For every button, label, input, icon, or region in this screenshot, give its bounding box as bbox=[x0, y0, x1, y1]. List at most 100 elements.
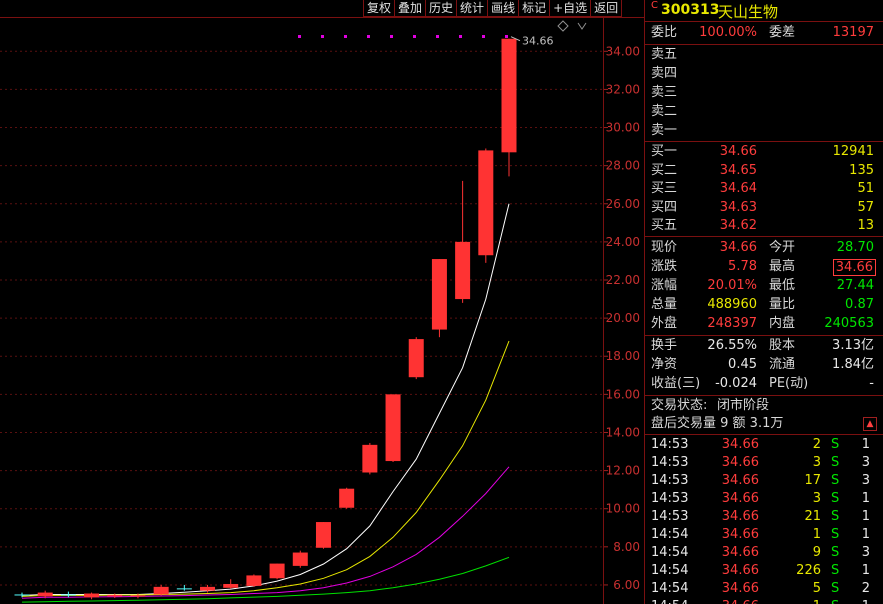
tick-side: S bbox=[831, 455, 840, 470]
expand-icon[interactable]: ▲ bbox=[863, 417, 877, 431]
marker-dot bbox=[413, 35, 416, 38]
toolbar-button-0[interactable]: 复权 bbox=[364, 0, 396, 17]
toolbar-button-3[interactable]: 统计 bbox=[457, 0, 489, 17]
bid-diff-value: 13197 bbox=[832, 25, 874, 40]
y-tick-label: 32.00 bbox=[606, 82, 640, 96]
bids-level-label: 买四 bbox=[651, 199, 678, 215]
candle-body bbox=[501, 38, 517, 153]
outer-label: 外盘 bbox=[651, 316, 678, 331]
candle-body bbox=[37, 592, 53, 597]
candle-body bbox=[153, 586, 169, 595]
y-tick-label: 12.00 bbox=[606, 464, 640, 478]
candle-body bbox=[84, 593, 100, 598]
tick-count: 2 bbox=[861, 581, 870, 596]
bids-level-label: 买二 bbox=[651, 162, 678, 178]
tick-side: S bbox=[831, 473, 840, 488]
tick-count: 3 bbox=[861, 455, 870, 470]
marker-dot bbox=[482, 35, 485, 38]
toolbar-button-7[interactable]: 返回 bbox=[591, 0, 623, 17]
tick-side: S bbox=[831, 598, 839, 604]
tick-side: S bbox=[831, 545, 840, 560]
bids-level-label: 买五 bbox=[651, 218, 678, 233]
pct-label: 涨幅 bbox=[651, 278, 678, 293]
price-label: 现价 bbox=[651, 240, 678, 255]
candle-body bbox=[292, 552, 308, 566]
toolbar-button-6[interactable]: +自选 bbox=[550, 0, 592, 17]
chart-toolbar: 复权 叠加 历史 统计 画线 标记 +自选 返回 bbox=[363, 0, 623, 17]
tick-count: 1 bbox=[861, 527, 870, 542]
tick-volume: 3 bbox=[812, 491, 821, 506]
tick-side: S bbox=[831, 509, 840, 524]
tick-row: 14:54 34.66 226 S 1 bbox=[645, 562, 883, 580]
tick-count: 3 bbox=[861, 473, 870, 488]
toolbar-button-1[interactable]: 叠加 bbox=[395, 0, 427, 17]
asks-level-label: 卖五 bbox=[651, 47, 678, 62]
tick-side: S bbox=[831, 563, 840, 578]
bids-volume: 51 bbox=[857, 181, 874, 196]
change-label: 涨跌 bbox=[651, 259, 678, 274]
asks-level-label: 卖四 bbox=[651, 66, 678, 81]
bids-row[interactable]: 买四 34.63 57 bbox=[645, 199, 883, 217]
candle-body bbox=[478, 150, 494, 256]
pe-value: - bbox=[869, 376, 874, 391]
tick-price: 34.66 bbox=[721, 527, 759, 542]
asks-row[interactable]: 卖四 bbox=[645, 65, 883, 83]
volume-value: 488960 bbox=[707, 297, 757, 312]
tick-count: 1 bbox=[861, 437, 870, 452]
inner-value: 240563 bbox=[824, 316, 874, 331]
toolbar-button-5[interactable]: 标记 bbox=[519, 0, 551, 17]
bids-row[interactable]: 买二 34.65 135 bbox=[645, 162, 883, 180]
bids-row[interactable]: 买五 34.62 13 bbox=[645, 217, 883, 235]
marker-dot bbox=[390, 35, 393, 38]
divider bbox=[645, 44, 883, 45]
candle-body bbox=[455, 241, 471, 300]
y-tick-label: 20.00 bbox=[606, 311, 640, 325]
open-value: 28.70 bbox=[836, 240, 874, 255]
stock-header[interactable]: C 300313 天山生物 bbox=[645, 0, 883, 21]
pe-label: PE(动) bbox=[769, 376, 809, 391]
bids-row[interactable]: 买三 34.64 51 bbox=[645, 180, 883, 198]
outer-value: 248397 bbox=[707, 316, 757, 331]
marker-dot bbox=[505, 35, 508, 38]
tick-side: S bbox=[831, 581, 840, 596]
high-label: 最高 bbox=[769, 259, 796, 274]
toolbar-button-4[interactable]: 画线 bbox=[488, 0, 520, 17]
bids-volume: 12941 bbox=[832, 144, 874, 159]
tick-price: 34.66 bbox=[721, 473, 759, 488]
bids-price: 34.65 bbox=[719, 162, 757, 178]
marker-dot bbox=[367, 35, 370, 38]
candlestick-chart[interactable]: 6.00 8.00 10.00 12.00 14.00 16.00 18.00 20.00 22… bbox=[0, 17, 644, 604]
tick-volume: 3 bbox=[812, 455, 821, 470]
y-tick-label: 10.00 bbox=[606, 502, 640, 516]
bids-price: 34.64 bbox=[719, 181, 757, 196]
candle-body bbox=[315, 522, 331, 548]
low-value: 27.44 bbox=[836, 278, 874, 293]
divider bbox=[645, 434, 883, 435]
turnover-value: 26.55% bbox=[707, 338, 757, 353]
candle-body bbox=[385, 394, 401, 462]
asks-row[interactable]: 卖三 bbox=[645, 84, 883, 102]
volume-label: 总量 bbox=[651, 297, 678, 312]
asks-row[interactable]: 卖五 bbox=[645, 46, 883, 64]
toolbar-button-2[interactable]: 历史 bbox=[426, 0, 458, 17]
bids-row[interactable]: 买一 34.66 12941 bbox=[645, 143, 883, 161]
candle-body bbox=[14, 594, 30, 596]
divider bbox=[645, 395, 883, 396]
stock-prefix: C bbox=[651, 0, 658, 11]
tick-price: 34.66 bbox=[721, 563, 759, 578]
tick-count: 1 bbox=[861, 491, 870, 506]
asks-row[interactable]: 卖二 bbox=[645, 103, 883, 121]
tick-row: 14:54 34.66 1 S 1 bbox=[645, 598, 883, 604]
nav-label: 净资 bbox=[651, 357, 678, 372]
tick-row: 14:53 34.66 21 S 1 bbox=[645, 508, 883, 526]
bids-volume: 57 bbox=[857, 199, 874, 215]
trade-status-row: 交易状态: 闭市阶段 bbox=[645, 397, 883, 415]
tick-price: 34.66 bbox=[721, 455, 759, 470]
asks-row[interactable]: 卖一 bbox=[645, 122, 883, 140]
bids-level-label: 买三 bbox=[651, 181, 678, 196]
tick-count: 1 bbox=[862, 598, 870, 604]
y-tick-label: 6.00 bbox=[613, 578, 640, 592]
tick-time: 14:53 bbox=[651, 491, 689, 506]
tick-time: 14:54 bbox=[651, 598, 688, 604]
asks-level-label: 卖一 bbox=[651, 123, 678, 138]
